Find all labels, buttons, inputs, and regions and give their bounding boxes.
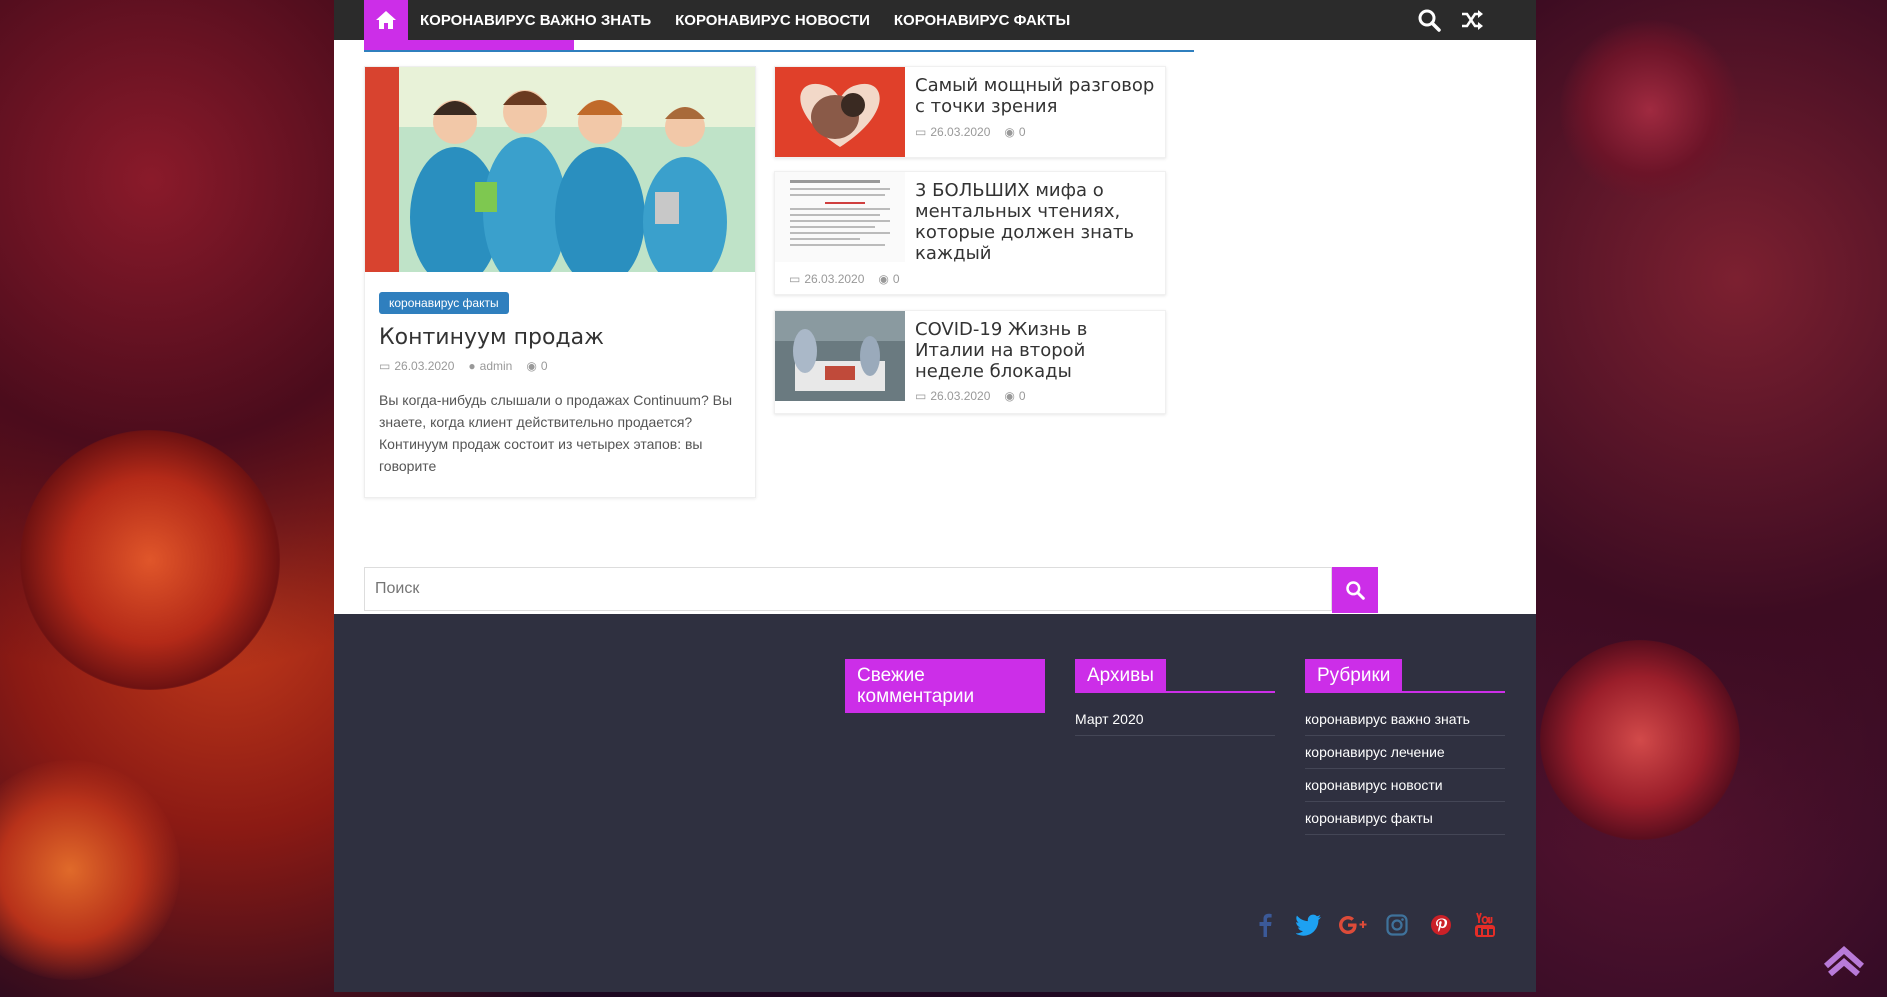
side-post: 3 БОЛЬШИХ мифа о ментальных чтениях, кот…	[774, 171, 1166, 295]
nav-item-novosti[interactable]: КОРОНАВИРУС НОВОСТИ	[675, 12, 870, 29]
post-comments[interactable]: ◉ 0	[878, 272, 899, 286]
archive-link[interactable]: Март 2020	[1075, 703, 1275, 736]
random-icon[interactable]	[1460, 8, 1484, 32]
category-strip	[364, 40, 1194, 52]
side-post-image[interactable]	[775, 311, 905, 401]
side-post-title[interactable]: COVID-19 Жизнь в Италии на второй неделе…	[915, 319, 1155, 382]
category-strip-label	[364, 40, 574, 50]
user-icon: ●	[468, 359, 476, 373]
home-icon	[376, 11, 396, 29]
search-input[interactable]	[364, 567, 1332, 611]
search-button[interactable]	[1332, 567, 1378, 613]
background-virus	[0, 760, 180, 980]
post-date[interactable]: ▭ 26.03.2020	[915, 125, 990, 139]
twitter-icon[interactable]	[1294, 910, 1324, 940]
side-post-image[interactable]	[775, 67, 905, 157]
categories-widget: Рубрики коронавирус важно знать коронави…	[1305, 659, 1505, 835]
side-post-title[interactable]: 3 БОЛЬШИХ мифа о ментальных чтениях, кот…	[915, 180, 1155, 264]
featured-post-image[interactable]	[365, 67, 755, 272]
category-link[interactable]: коронавирус факты	[1305, 802, 1505, 835]
background-virus	[1560, 20, 1740, 200]
category-link[interactable]: коронавирус новости	[1305, 769, 1505, 802]
page-container: КОРОНАВИРУС ВАЖНО ЗНАТЬ КОРОНАВИРУС НОВО…	[334, 0, 1536, 992]
side-post-title[interactable]: Самый мощный разговор с точки зрения	[915, 75, 1155, 117]
widget-title: Архивы	[1075, 659, 1166, 692]
archives-list: Март 2020	[1075, 703, 1275, 736]
category-link[interactable]: коронавирус лечение	[1305, 736, 1505, 769]
search-icon[interactable]	[1417, 8, 1441, 32]
featured-post-title[interactable]: Континуум продаж	[379, 325, 604, 350]
background-virus	[20, 430, 280, 690]
widget-title: Свежие комментарии	[845, 659, 1045, 713]
featured-post-excerpt: Вы когда-нибудь слышали о продажах Conti…	[379, 392, 733, 474]
side-post-meta: ▭ 26.03.2020 ◉ 0	[789, 272, 900, 286]
side-post: Самый мощный разговор с точки зрения ▭ 26…	[774, 66, 1166, 158]
featured-post: коронавирус факты Континуум продаж ▭ 26.0…	[364, 66, 756, 498]
google-plus-icon[interactable]	[1338, 910, 1368, 940]
archives-widget: Архивы Март 2020	[1075, 659, 1275, 736]
comment-icon: ◉	[878, 272, 889, 286]
side-post-meta: ▭ 26.03.2020 ◉ 0	[915, 125, 1026, 139]
comment-icon: ◉	[1004, 389, 1015, 403]
post-date[interactable]: ▭ 26.03.2020	[915, 389, 990, 403]
category-badge[interactable]: коронавирус факты	[379, 292, 509, 314]
post-date[interactable]: ▭ 26.03.2020	[379, 359, 454, 373]
side-post-image[interactable]	[775, 172, 905, 262]
post-comments[interactable]: ◉ 0	[1004, 389, 1025, 403]
top-navigation: КОРОНАВИРУС ВАЖНО ЗНАТЬ КОРОНАВИРУС НОВО…	[334, 0, 1536, 40]
recent-comments-widget: Свежие комментарии	[845, 659, 1045, 713]
calendar-icon: ▭	[789, 272, 801, 286]
social-links	[1250, 910, 1500, 940]
calendar-icon: ▭	[379, 359, 391, 373]
search-icon	[1346, 581, 1365, 600]
instagram-icon[interactable]	[1382, 910, 1412, 940]
side-post: COVID-19 Жизнь в Италии на второй неделе…	[774, 310, 1166, 414]
category-link[interactable]: коронавирус важно знать	[1305, 703, 1505, 736]
facebook-icon[interactable]	[1250, 910, 1280, 940]
calendar-icon: ▭	[915, 389, 927, 403]
categories-list: коронавирус важно знать коронавирус лече…	[1305, 703, 1505, 835]
home-button[interactable]	[364, 0, 408, 40]
nav-item-vazhno-znat[interactable]: КОРОНАВИРУС ВАЖНО ЗНАТЬ	[420, 12, 651, 29]
post-date[interactable]: ▭ 26.03.2020	[789, 272, 864, 286]
post-author[interactable]: ● admin	[468, 359, 512, 373]
post-comments[interactable]: ◉ 0	[1004, 125, 1025, 139]
nav-item-fakty[interactable]: КОРОНАВИРУС ФАКТЫ	[894, 12, 1070, 29]
site-footer: Свежие комментарии Архивы Март 2020 Рубр…	[334, 614, 1536, 992]
comment-icon: ◉	[526, 359, 537, 373]
pinterest-icon[interactable]	[1426, 910, 1456, 940]
featured-post-meta: ▭ 26.03.2020 ● admin ◉ 0	[379, 359, 548, 373]
side-post-meta: ▭ 26.03.2020 ◉ 0	[915, 389, 1026, 403]
calendar-icon: ▭	[915, 125, 927, 139]
main-menu: КОРОНАВИРУС ВАЖНО ЗНАТЬ КОРОНАВИРУС НОВО…	[420, 0, 1070, 40]
scroll-to-top-button[interactable]	[1822, 940, 1866, 976]
background-virus	[1540, 640, 1740, 840]
widget-title: Рубрики	[1305, 659, 1403, 692]
comment-icon: ◉	[1004, 125, 1015, 139]
youtube-icon[interactable]	[1470, 910, 1500, 940]
search-form	[364, 567, 1379, 613]
post-comments[interactable]: ◉ 0	[526, 359, 547, 373]
